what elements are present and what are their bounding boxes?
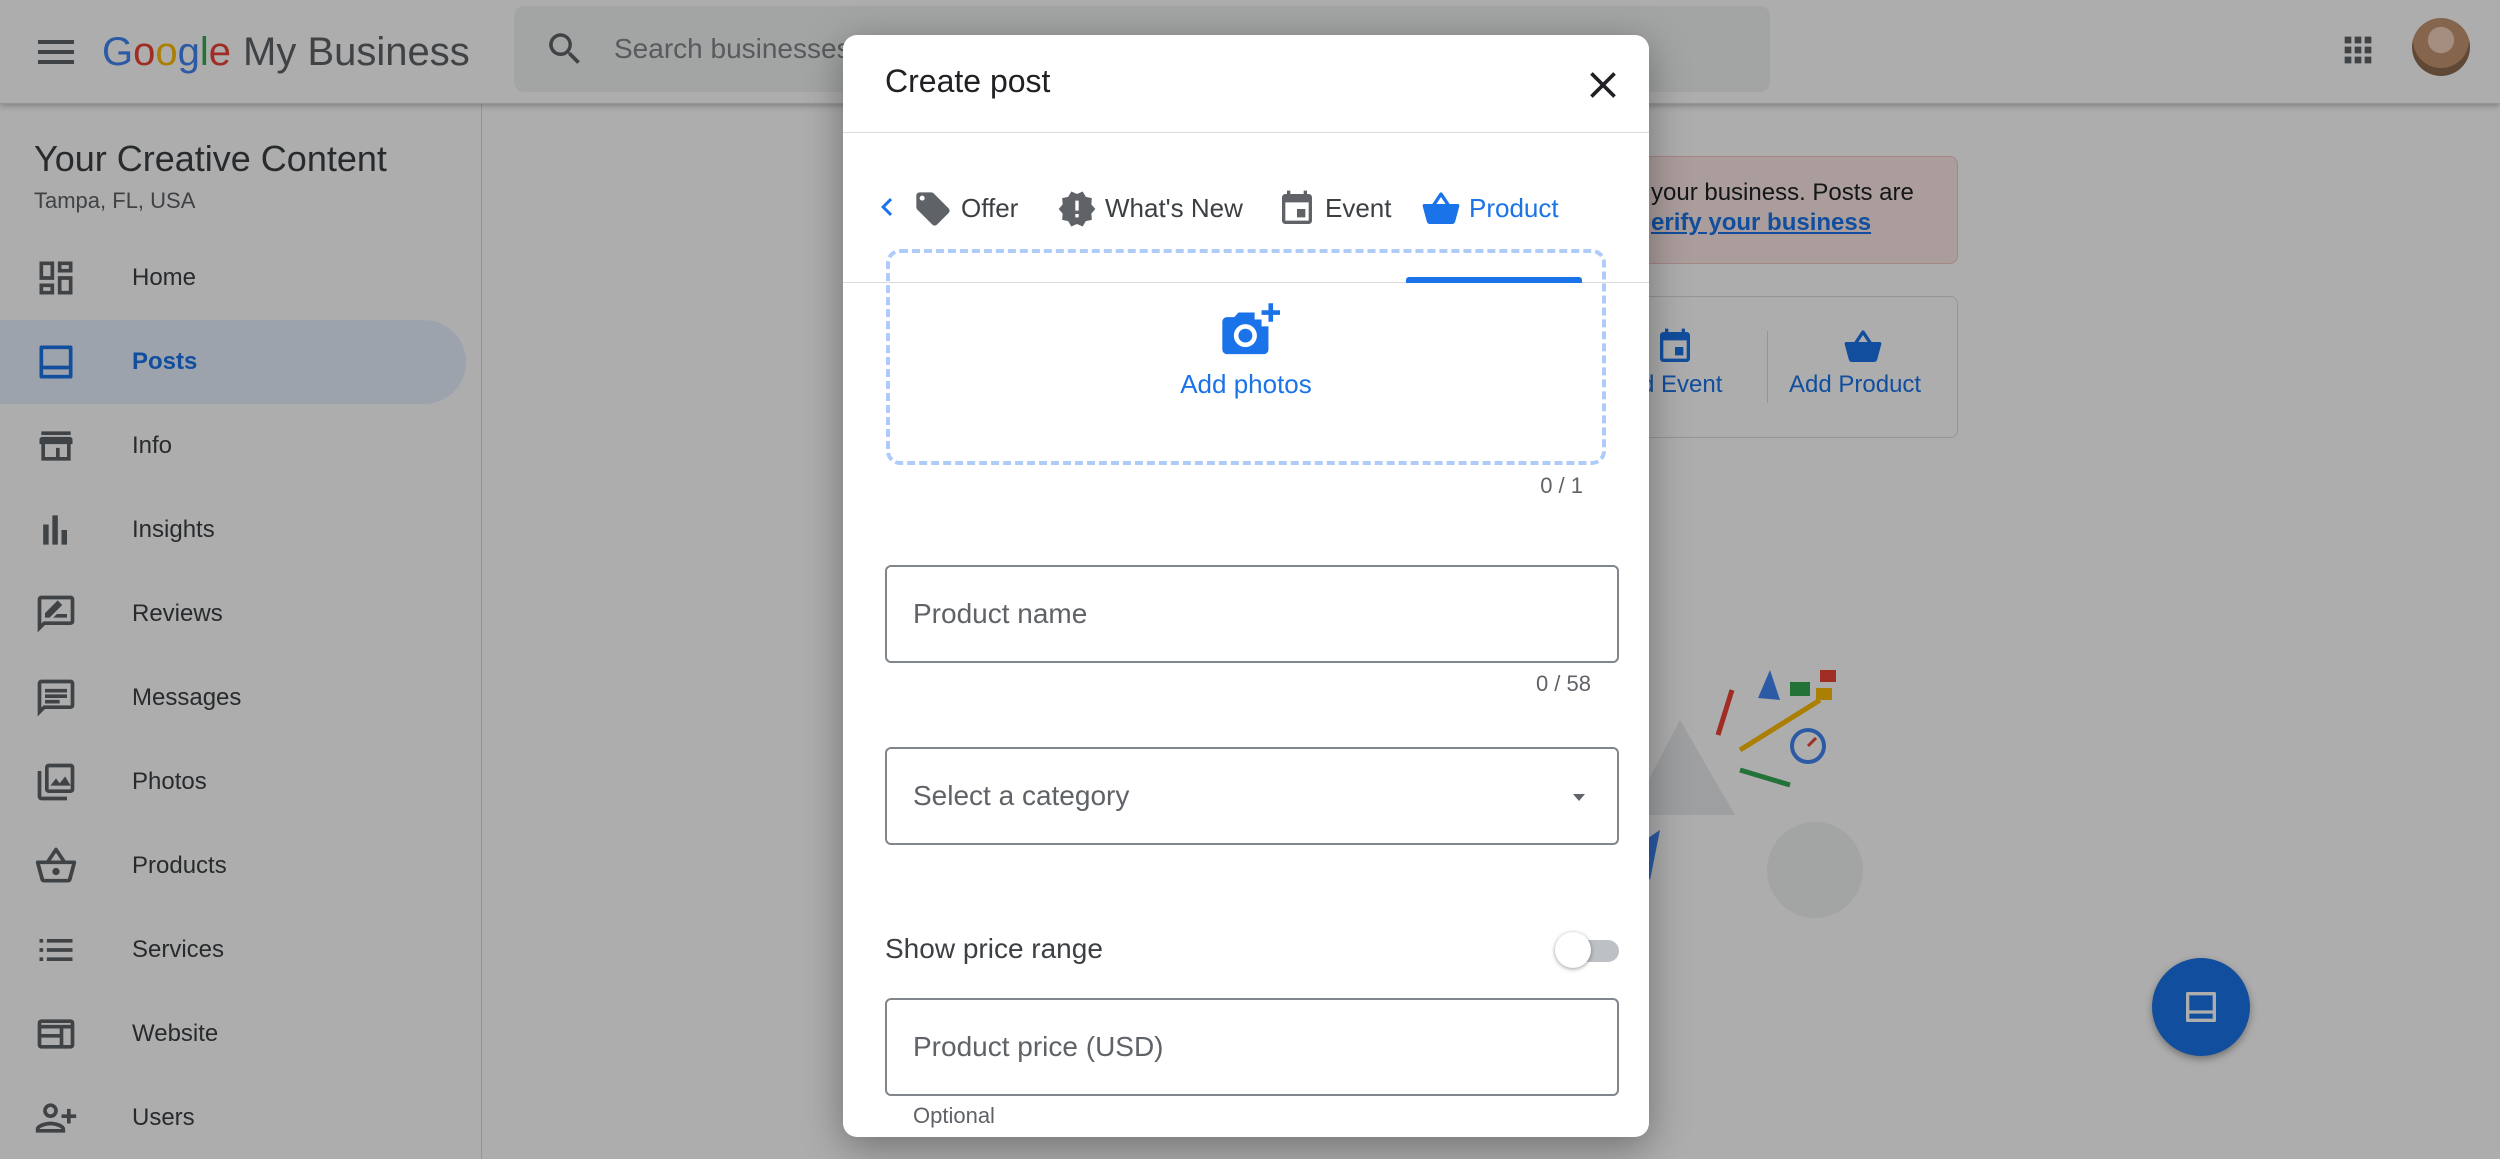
close-dialog-button[interactable] <box>1581 63 1625 107</box>
show-price-range-toggle[interactable] <box>1555 930 1619 968</box>
new-releases-icon <box>1058 191 1096 227</box>
shopping-basket-icon <box>1422 192 1460 225</box>
product-price-input[interactable] <box>887 1000 1617 1094</box>
product-name-input[interactable] <box>887 567 1617 661</box>
toggle-knob <box>1555 932 1591 968</box>
dropdown-arrow-icon <box>1573 794 1585 801</box>
add-photos-button[interactable]: Add photos <box>886 249 1606 465</box>
product-price-field[interactable] <box>885 998 1619 1096</box>
tag-icon <box>916 192 950 226</box>
tabs-scroll-left-button[interactable] <box>869 189 905 225</box>
product-name-field[interactable] <box>885 565 1619 663</box>
product-name-char-count: 0 / 58 <box>1535 671 1591 696</box>
event-icon <box>1282 190 1312 224</box>
close-icon <box>1590 72 1616 98</box>
category-select[interactable]: Select a category <box>885 747 1619 845</box>
create-post-dialog: Create post Offer What's New Event Produ… <box>843 35 1649 1137</box>
add-a-photo-icon <box>1222 303 1280 355</box>
show-price-range-label: Show price range <box>885 933 1103 964</box>
add-photos-label: Add photos <box>1180 369 1312 399</box>
chevron-left-icon <box>881 198 893 216</box>
category-select-placeholder: Select a category <box>913 780 1130 811</box>
photo-count: 0 / 1 <box>1540 473 1583 498</box>
product-price-hint: Optional <box>913 1103 995 1128</box>
dialog-title: Create post <box>885 63 1051 99</box>
